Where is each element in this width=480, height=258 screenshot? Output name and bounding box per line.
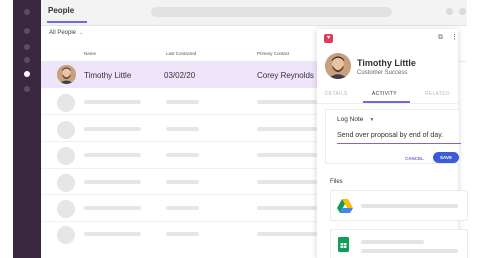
row-divider <box>41 114 331 115</box>
placeholder-bar <box>166 206 199 210</box>
row-divider <box>41 141 331 142</box>
save-button[interactable]: SAVE <box>433 152 459 163</box>
active-tab-indicator <box>47 21 87 23</box>
filter-label: All People <box>49 30 77 36</box>
placeholder-bar <box>84 232 141 236</box>
placeholder-bar <box>84 206 141 210</box>
placeholder-bar <box>361 204 458 208</box>
nav-item-4[interactable] <box>24 57 30 63</box>
row-name: Timothy Little <box>84 71 132 80</box>
google-sheets-icon <box>338 237 349 257</box>
page-title: People <box>48 6 75 15</box>
contact-role: Customer Success <box>357 70 408 76</box>
nav-item-6[interactable] <box>24 86 30 92</box>
note-type-label: Log Note <box>337 116 364 123</box>
placeholder-bar <box>166 180 199 184</box>
column-header-name[interactable]: Name <box>84 51 96 56</box>
left-nav-rail <box>13 0 41 258</box>
placeholder-bar <box>361 249 458 253</box>
contact-name: Timothy Little <box>357 58 416 68</box>
tab-related[interactable]: RELATED <box>425 91 450 97</box>
chevron-down-icon: ⌄ <box>79 30 84 36</box>
placeholder-bar <box>84 180 141 184</box>
input-underline <box>337 143 461 144</box>
column-header-last-contacted[interactable]: Last Contacted <box>166 51 196 56</box>
google-drive-icon <box>337 199 353 218</box>
tab-activity[interactable]: ACTIVITY <box>372 91 397 97</box>
row-divider <box>41 168 331 169</box>
files-heading: Files <box>330 179 343 185</box>
placeholder-bar <box>257 232 317 236</box>
placeholder-bar <box>257 100 317 104</box>
note-text-input[interactable]: Send over proposal by end of day. <box>337 132 443 139</box>
nav-item-3[interactable] <box>24 44 30 50</box>
row-divider <box>41 194 331 195</box>
placeholder-bar <box>84 153 141 157</box>
avatar-placeholder <box>57 226 75 244</box>
contact-avatar <box>325 53 351 79</box>
avatar-placeholder <box>57 174 75 192</box>
placeholder-bar <box>84 127 141 131</box>
file-card[interactable] <box>330 229 468 258</box>
avatar-placeholder <box>57 147 75 165</box>
placeholder-bar <box>166 232 199 236</box>
row-divider <box>41 221 331 222</box>
tab-details[interactable]: DETAILS <box>325 91 348 97</box>
row-last-contacted: 03/02/20 <box>164 71 196 80</box>
divider <box>317 103 458 104</box>
avatar-placeholder <box>57 200 75 218</box>
placeholder-bar <box>361 240 424 244</box>
window-control-1[interactable] <box>446 8 453 15</box>
placeholder-bar <box>257 127 317 131</box>
avatar-placeholder <box>57 94 75 112</box>
placeholder-bar <box>257 206 317 210</box>
external-link-icon[interactable]: ⧉ <box>438 34 443 42</box>
note-type-dropdown[interactable]: Log Note ▼ <box>337 116 374 123</box>
placeholder-bar <box>166 127 199 131</box>
caret-down-icon: ▼ <box>369 117 375 123</box>
avatar-placeholder <box>57 121 75 139</box>
row-primary-contact: Corey Reynolds <box>257 71 314 80</box>
top-bar: People <box>41 0 467 26</box>
placeholder-bar <box>257 180 317 184</box>
avatar <box>57 65 76 84</box>
cancel-button[interactable]: CANCEL <box>405 156 424 161</box>
more-options-icon[interactable]: ⋮ <box>451 33 458 41</box>
column-header-primary-contact[interactable]: Primary Contact <box>257 51 289 56</box>
placeholder-bar <box>257 153 317 157</box>
placeholder-bar <box>166 153 199 157</box>
search-bar[interactable] <box>151 7 392 17</box>
placeholder-bar <box>166 100 199 104</box>
file-card[interactable] <box>330 190 468 221</box>
filter-dropdown[interactable]: All People ⌄ <box>49 30 83 36</box>
nav-item-2[interactable] <box>24 28 30 34</box>
window-control-2[interactable] <box>459 8 466 15</box>
placeholder-bar <box>84 100 141 104</box>
nav-item-1[interactable] <box>24 9 30 15</box>
app-logo-icon: ♥ <box>324 34 333 43</box>
nav-item-people[interactable] <box>24 71 30 77</box>
